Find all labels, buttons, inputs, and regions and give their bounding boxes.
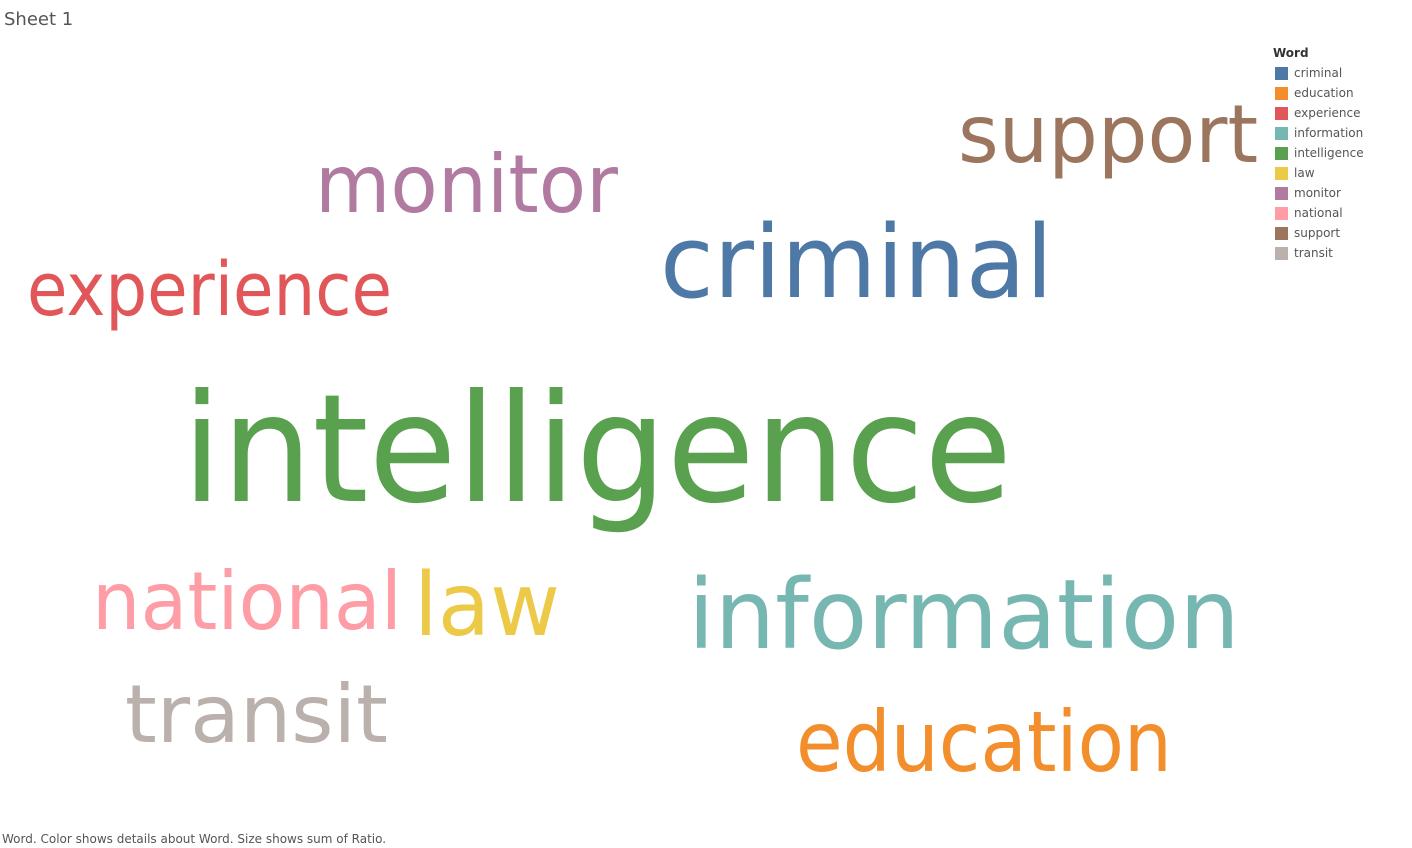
legend-swatch-monitor — [1275, 186, 1288, 200]
color-legend: Word criminal education experience informat… — [1273, 46, 1403, 263]
legend-item-support[interactable]: support — [1273, 223, 1403, 243]
caption: Word. Color shows details about Word. Si… — [2, 832, 387, 846]
legend-item-national[interactable]: national — [1273, 203, 1403, 223]
word-intelligence[interactable]: intelligence — [182, 375, 1012, 525]
legend-item-education[interactable]: education — [1273, 83, 1403, 103]
legend-item-law[interactable]: law — [1273, 163, 1403, 183]
legend-swatch-criminal — [1275, 66, 1288, 80]
legend-swatch-transit — [1275, 246, 1288, 260]
legend-label-support: support — [1294, 226, 1341, 240]
legend-item-criminal[interactable]: criminal — [1273, 63, 1403, 83]
legend-label-monitor: monitor — [1294, 186, 1341, 200]
legend-label-education: education — [1294, 86, 1354, 100]
word-support[interactable]: support — [958, 95, 1258, 175]
word-information[interactable]: information — [688, 567, 1240, 663]
sheet-title: Sheet 1 — [4, 9, 74, 30]
legend-items: criminal education experience information in… — [1273, 63, 1403, 263]
legend-title: Word — [1273, 46, 1309, 60]
legend-swatch-law — [1275, 166, 1288, 180]
legend-label-intelligence: intelligence — [1294, 146, 1364, 160]
word-experience[interactable]: experience — [27, 253, 392, 327]
legend-swatch-experience — [1275, 106, 1288, 120]
legend-label-transit: transit — [1294, 246, 1333, 260]
legend-item-information[interactable]: information — [1273, 123, 1403, 143]
legend-swatch-intelligence — [1275, 146, 1288, 160]
legend-item-experience[interactable]: experience — [1273, 103, 1403, 123]
legend-label-information: information — [1294, 126, 1364, 140]
word-monitor[interactable]: monitor — [315, 145, 618, 225]
legend-label-national: national — [1294, 206, 1343, 220]
legend-item-transit[interactable]: transit — [1273, 243, 1403, 263]
word-criminal[interactable]: criminal — [660, 211, 1053, 313]
word-transit[interactable]: transit — [125, 675, 388, 755]
legend-label-experience: experience — [1294, 106, 1361, 120]
legend-swatch-information — [1275, 126, 1288, 140]
word-education[interactable]: education — [796, 700, 1172, 784]
legend-item-monitor[interactable]: monitor — [1273, 183, 1403, 203]
legend-swatch-education — [1275, 86, 1288, 100]
word-law[interactable]: law — [414, 561, 560, 649]
worksheet-canvas: Sheet 1 criminal education experience infor… — [0, 0, 1412, 848]
legend-swatch-support — [1275, 226, 1288, 240]
legend-label-law: law — [1294, 166, 1315, 180]
legend-label-criminal: criminal — [1294, 66, 1343, 80]
legend-swatch-national — [1275, 206, 1288, 220]
word-national[interactable]: national — [92, 562, 402, 642]
legend-item-intelligence[interactable]: intelligence — [1273, 143, 1403, 163]
